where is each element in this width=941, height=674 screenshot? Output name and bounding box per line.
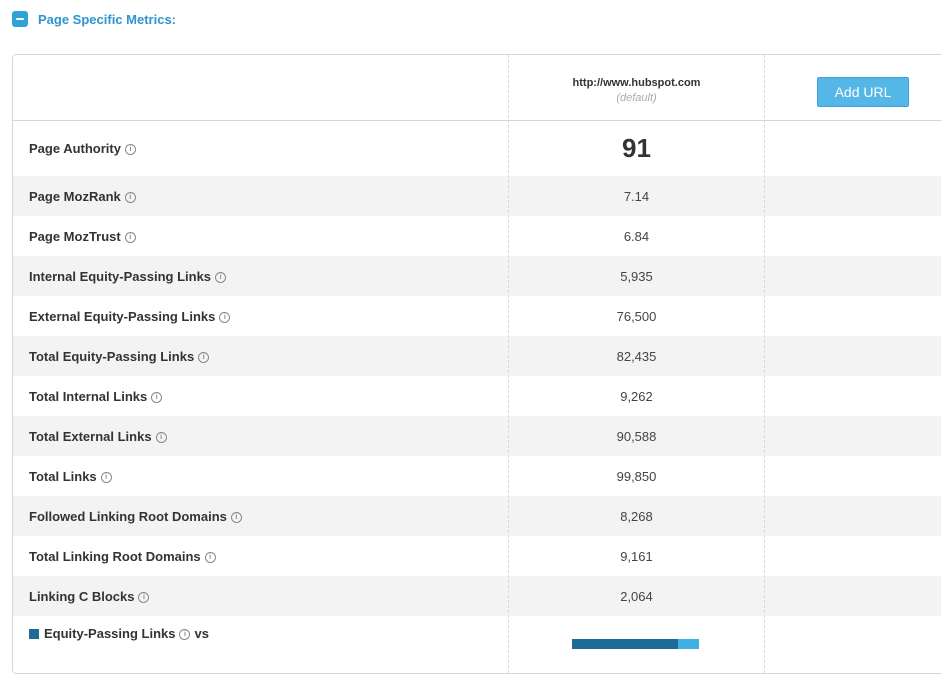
metric-label-text: Page MozTrust bbox=[29, 228, 121, 244]
metric-value-external-equity-passing-links: 76,500 bbox=[616, 308, 657, 324]
info-icon[interactable]: i bbox=[124, 144, 136, 155]
metric-value-internal-equity-passing-links: 5,935 bbox=[620, 268, 653, 284]
info-icon[interactable]: i bbox=[100, 471, 112, 483]
metric-label-page-moztrust: Page MozTrust i bbox=[29, 216, 136, 256]
metric-label-linking-c-blocks: Linking C Blocks i bbox=[29, 576, 150, 616]
info-icon[interactable]: i bbox=[124, 231, 136, 243]
legend-suffix: vs bbox=[194, 626, 209, 641]
table-row: Total Internal Links i 9,262 bbox=[13, 376, 941, 416]
url-column-header: http://www.hubspot.com (default) bbox=[509, 55, 764, 121]
metric-label-page-mozrank: Page MozRank i bbox=[29, 176, 136, 216]
metric-label-followed-linking-root-domains: Followed Linking Root Domains i bbox=[29, 496, 242, 536]
metric-value-page-mozrank: 7.14 bbox=[623, 188, 650, 204]
metric-value-total-links: 99,850 bbox=[616, 468, 657, 484]
metric-label-text: Total Linking Root Domains bbox=[29, 548, 201, 564]
info-icon[interactable]: i bbox=[230, 511, 242, 523]
table-row-partial: Equity-Passing Links i vs bbox=[13, 616, 941, 656]
metric-value-total-linking-root-domains: 9,161 bbox=[620, 548, 653, 564]
table-row: Total Equity-Passing Links i 82,435 bbox=[13, 336, 941, 376]
metric-label-text: Total Internal Links bbox=[29, 388, 148, 404]
metric-value-linking-c-blocks: 2,064 bbox=[620, 588, 653, 604]
table-row: Page MozRank i 7.14 bbox=[13, 176, 941, 216]
info-icon[interactable]: i bbox=[219, 311, 231, 323]
table-header-row: http://www.hubspot.com (default) bbox=[13, 55, 941, 121]
info-icon[interactable]: i bbox=[138, 591, 150, 603]
metric-label-text: Linking C Blocks bbox=[29, 588, 135, 604]
metric-label-text: Page Authority bbox=[29, 141, 121, 156]
legend-square-icon bbox=[29, 628, 39, 639]
metric-value-page-authority: 91 bbox=[622, 133, 651, 163]
table-row: Page MozTrust i 6.84 bbox=[13, 216, 941, 256]
info-icon[interactable]: i bbox=[151, 391, 163, 403]
metric-label-total-equity-passing-links: Total Equity-Passing Links i bbox=[29, 336, 210, 376]
metric-label-external-equity-passing-links: External Equity-Passing Links i bbox=[29, 296, 231, 336]
metric-label-text: Followed Linking Root Domains bbox=[29, 508, 227, 524]
metric-label-text: Total External Links bbox=[29, 428, 152, 444]
info-icon[interactable]: i bbox=[215, 271, 227, 283]
table-row: Page Authority i 91 bbox=[13, 121, 941, 176]
metric-label-text: Total Equity-Passing Links bbox=[29, 348, 195, 364]
add-url-button[interactable]: Add URL bbox=[817, 77, 909, 107]
info-icon[interactable]: i bbox=[155, 431, 167, 443]
metric-label-total-links: Total Links i bbox=[29, 456, 112, 496]
info-icon[interactable]: i bbox=[124, 191, 136, 203]
metric-label-total-external-links: Total External Links i bbox=[29, 416, 167, 456]
section-title[interactable]: Page Specific Metrics: bbox=[38, 12, 176, 27]
section-header: Page Specific Metrics: bbox=[12, 10, 176, 28]
table-row: Total Links i 99,850 bbox=[13, 456, 941, 496]
metric-value-total-external-links: 90,588 bbox=[616, 428, 657, 444]
info-icon[interactable]: i bbox=[179, 629, 191, 640]
table-row: Internal Equity-Passing Links i 5,935 bbox=[13, 256, 941, 296]
metric-label-text: Page MozRank bbox=[29, 188, 121, 204]
table-row: Followed Linking Root Domains i 8,268 bbox=[13, 496, 941, 536]
url-text: http://www.hubspot.com bbox=[572, 77, 701, 89]
metric-value-total-equity-passing-links: 82,435 bbox=[616, 348, 657, 364]
column-divider bbox=[764, 55, 765, 673]
metrics-rows: Page Authority i 91 Page MozRank i 7.14 Page M… bbox=[13, 121, 941, 656]
info-icon[interactable]: i bbox=[198, 351, 210, 363]
bar-segment-light bbox=[678, 639, 699, 649]
metric-label-total-internal-links: Total Internal Links i bbox=[29, 376, 163, 416]
metric-label-text: Internal Equity-Passing Links bbox=[29, 268, 212, 284]
metric-value-followed-linking-root-domains: 8,268 bbox=[620, 508, 653, 524]
url-default-note: (default) bbox=[616, 92, 657, 104]
table-row: Linking C Blocks i 2,064 bbox=[13, 576, 941, 616]
metric-label-internal-equity-passing-links: Internal Equity-Passing Links i bbox=[29, 256, 227, 296]
collapse-icon[interactable] bbox=[12, 11, 28, 27]
metric-value-total-internal-links: 9,262 bbox=[620, 388, 653, 404]
metrics-panel: http://www.hubspot.com (default) Add URL… bbox=[12, 54, 941, 674]
chart-legend-label: Equity-Passing Links i vs bbox=[29, 626, 209, 641]
table-row: External Equity-Passing Links i 76,500 bbox=[13, 296, 941, 336]
metric-label-text: External Equity-Passing Links bbox=[29, 308, 216, 324]
metric-label-text: Total Links bbox=[29, 468, 97, 484]
info-icon[interactable]: i bbox=[204, 551, 216, 563]
table-row: Total Linking Root Domains i 9,161 bbox=[13, 536, 941, 576]
metric-label-page-authority: Page Authority i bbox=[29, 121, 136, 176]
metric-label-total-linking-root-domains: Total Linking Root Domains i bbox=[29, 536, 216, 576]
bar-segment-dark bbox=[572, 639, 678, 649]
metric-value-page-moztrust: 6.84 bbox=[623, 228, 650, 244]
legend-text: Equity-Passing Links bbox=[44, 626, 176, 641]
table-row: Total External Links i 90,588 bbox=[13, 416, 941, 456]
column-divider bbox=[508, 55, 509, 673]
